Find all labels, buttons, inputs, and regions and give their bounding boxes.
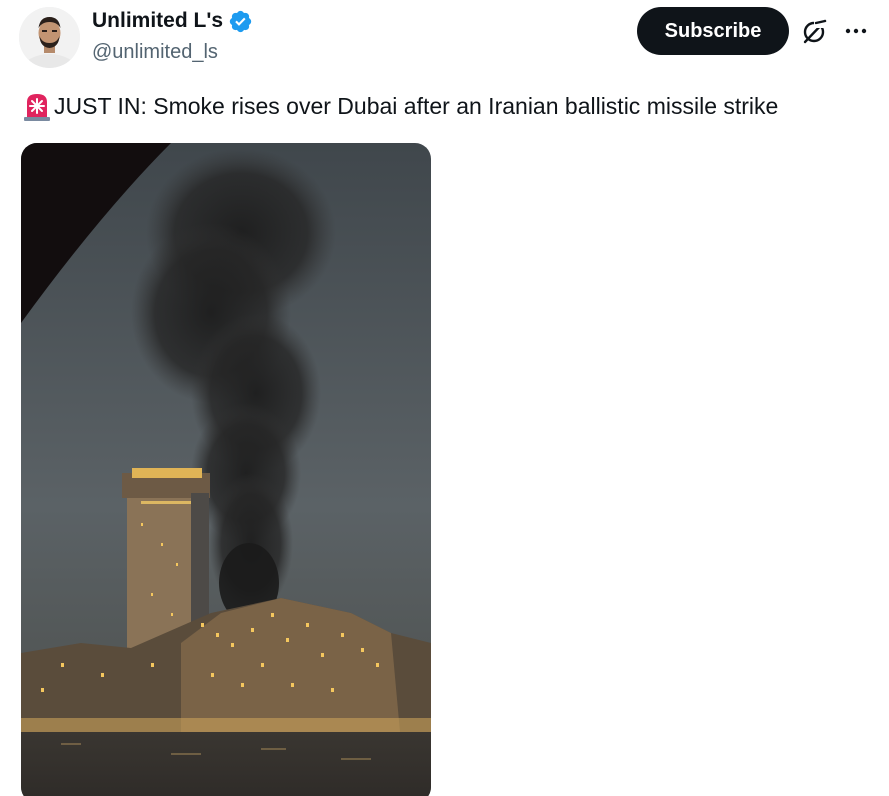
post: Unlimited L's @unlimited_ls Subscribe JU… [0,0,889,796]
author-display-name[interactable]: Unlimited L's [92,8,223,34]
more-options-icon[interactable] [843,18,869,44]
subscribe-button[interactable]: Subscribe [637,7,789,55]
author-name-row: Unlimited L's [92,8,253,34]
grok-icon[interactable] [801,17,829,45]
post-text: JUST IN: Smoke rises over Dubai after an… [21,90,778,122]
author-handle[interactable]: @unlimited_ls [92,40,218,64]
post-body-text: JUST IN: Smoke rises over Dubai after an… [54,93,779,119]
media-image[interactable] [21,143,431,796]
verified-badge-icon[interactable] [228,9,253,34]
avatar[interactable] [19,7,80,68]
siren-icon [21,90,53,122]
